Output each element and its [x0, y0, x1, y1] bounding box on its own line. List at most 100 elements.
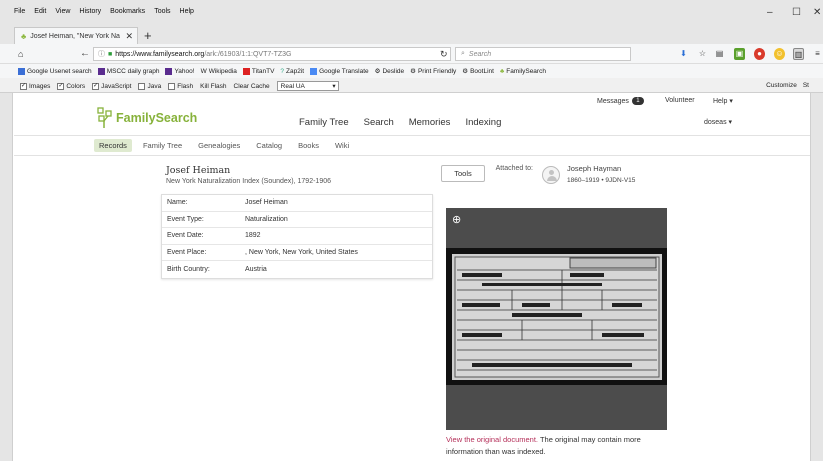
tab-familysearch[interactable]: ♣ Josef Heiman, "New York Na ✕	[14, 27, 138, 44]
close-window-button[interactable]: ✕	[813, 8, 821, 18]
bookmark-familysearch[interactable]: ♣ FamilySearch	[500, 67, 546, 75]
tools-button[interactable]: Tools	[441, 165, 485, 182]
reload-icon[interactable]: ↻	[440, 49, 448, 59]
subnav-books[interactable]: Books	[293, 139, 324, 152]
nav-memories[interactable]: Memories	[409, 117, 451, 128]
familysearch-logo[interactable]: FamilySearch	[96, 107, 197, 129]
person-avatar-icon[interactable]	[542, 166, 560, 184]
maximize-button[interactable]: ☐	[792, 8, 801, 18]
attached-person-name[interactable]: Joseph Hayman	[567, 164, 621, 173]
chevron-down-icon: ▾	[332, 83, 336, 90]
bookmark-label: Print Friendly	[417, 67, 457, 75]
checkbox-label: Java	[147, 82, 162, 90]
developer-toolbar: ✓ Images ✓ Colors ✓ JavaScript Java Flash K…	[0, 78, 823, 93]
bookmark-label: BootLint	[470, 67, 494, 75]
flash-checkbox[interactable]: Flash	[168, 82, 194, 90]
checkbox-empty-icon	[168, 82, 176, 90]
bookmark-wikipedia[interactable]: W Wikipedia	[201, 67, 237, 75]
document-image[interactable]	[446, 248, 667, 385]
bookmark-label: Wikipedia	[208, 67, 237, 75]
view-original-link[interactable]: View the original document.	[446, 435, 538, 444]
javascript-checkbox[interactable]: ✓ JavaScript	[92, 82, 131, 90]
java-checkbox[interactable]: Java	[138, 82, 162, 90]
info-icon[interactable]: ⓘ	[98, 49, 105, 59]
bookmark-label: Google Usenet search	[27, 67, 92, 75]
bookmark-deslide[interactable]: ⚙ Deslide	[375, 67, 405, 76]
extension-green-icon[interactable]: ▣	[734, 48, 745, 60]
row-label: Name:	[167, 199, 188, 207]
bookmark-label: FamilySearch	[506, 67, 546, 75]
bookmark-bootlint[interactable]: ⚙ BootLint	[462, 67, 494, 76]
menu-bookmarks[interactable]: Bookmarks	[110, 8, 145, 15]
familysearch-tree-icon: ♣	[21, 31, 27, 41]
images-checkbox[interactable]: ✓ Images	[20, 82, 50, 90]
nav-search[interactable]: Search	[364, 117, 394, 128]
back-icon[interactable]: ←	[80, 49, 90, 59]
menu-file[interactable]: File	[14, 8, 25, 15]
bookmark-star-icon[interactable]: ☆	[697, 48, 708, 60]
original-document-note: View the original document. The original…	[446, 434, 671, 458]
subnav-wiki[interactable]: Wiki	[330, 139, 354, 152]
tab-close-icon[interactable]: ✕	[125, 31, 137, 42]
bookmark-label: Zap2it	[286, 67, 305, 75]
bookmark-mscc[interactable]: MSCC daily graph	[97, 67, 159, 75]
row-value: , New York, New York, United States	[245, 248, 358, 256]
download-icon[interactable]: ⬇	[678, 48, 689, 60]
minimize-button[interactable]: –	[767, 8, 773, 18]
help-menu[interactable]: Help ▾	[713, 97, 733, 105]
new-tab-button[interactable]: +	[144, 28, 152, 43]
row-value: Naturalization	[245, 215, 288, 223]
checkbox-label: Colors	[66, 82, 86, 90]
user-menu[interactable]: doseas ▾	[704, 118, 732, 126]
home-icon[interactable]: ⌂	[18, 49, 23, 59]
url-bar[interactable]: ⓘ ■ https://www.familysearch.org/ark:/61…	[93, 47, 451, 61]
adblock-icon[interactable]: ●	[754, 48, 765, 60]
menu-view[interactable]: View	[55, 8, 70, 15]
clipboard-icon[interactable]: ▤	[714, 48, 725, 60]
row-value: 1892	[245, 232, 261, 240]
lock-icon: ■	[108, 50, 113, 58]
user-agent-select[interactable]: Real UA ▾	[276, 81, 339, 91]
customize-button[interactable]: Customize	[766, 82, 797, 89]
bookmark-google-usenet[interactable]: Google Usenet search	[18, 67, 92, 75]
hamburger-menu-icon[interactable]: ≡	[812, 48, 823, 60]
familysearch-tree-icon: ♣	[499, 67, 505, 75]
bookmark-print-friendly[interactable]: ⚙ Print Friendly	[410, 67, 457, 76]
record-details-table: Name: Josef Heiman Event Type: Naturalizat…	[161, 194, 433, 279]
menu-edit[interactable]: Edit	[34, 8, 46, 15]
search-input[interactable]: ⌕ Search	[455, 47, 631, 61]
emoji-extension-icon[interactable]: ☺	[774, 48, 785, 60]
bookmark-google-translate[interactable]: Google Translate	[310, 67, 369, 75]
bookmark-zap2it[interactable]: ? Zap2it	[280, 67, 304, 75]
subnav-catalog[interactable]: Catalog	[251, 139, 287, 152]
subnav-records[interactable]: Records	[94, 139, 132, 152]
table-row: Event Date: 1892	[162, 228, 432, 245]
subnav-family-tree[interactable]: Family Tree	[138, 139, 187, 152]
subnav-genealogies[interactable]: Genealogies	[193, 139, 245, 152]
row-label: Birth Country:	[167, 265, 210, 273]
table-row: Event Place: , New York, New York, United…	[162, 245, 432, 261]
colors-checkbox[interactable]: ✓ Colors	[57, 82, 86, 90]
zoom-in-icon[interactable]: ⊕	[452, 213, 461, 226]
nav-family-tree[interactable]: Family Tree	[299, 117, 349, 128]
menu-help[interactable]: Help	[180, 8, 194, 15]
clear-cache-button[interactable]: Clear Cache	[234, 83, 270, 90]
bookmark-yahoo[interactable]: Yahoo!	[165, 67, 195, 75]
nav-indexing[interactable]: Indexing	[465, 117, 501, 128]
wikipedia-icon: W	[200, 67, 207, 75]
sidebar-toggle-icon[interactable]: ▥	[793, 48, 804, 60]
kill-flash-button[interactable]: Kill Flash	[200, 83, 226, 90]
right-gutter	[810, 93, 823, 461]
volunteer-link[interactable]: Volunteer	[665, 97, 695, 104]
user-agent-value: Real UA	[280, 82, 305, 90]
messages-link[interactable]: Messages 1	[597, 97, 644, 105]
document-image-viewer[interactable]: ⊕	[446, 208, 667, 430]
checkbox-label: Flash	[177, 82, 194, 90]
bookmarklet-icon: ⚙	[410, 68, 416, 75]
menu-history[interactable]: History	[79, 8, 101, 15]
toolbar-overflow-label: St	[802, 82, 809, 89]
menu-tools[interactable]: Tools	[154, 8, 170, 15]
bookmark-titantv[interactable]: TitanTV	[242, 67, 274, 75]
family-tree-logo-icon	[97, 107, 112, 128]
avatar-head	[549, 170, 554, 175]
